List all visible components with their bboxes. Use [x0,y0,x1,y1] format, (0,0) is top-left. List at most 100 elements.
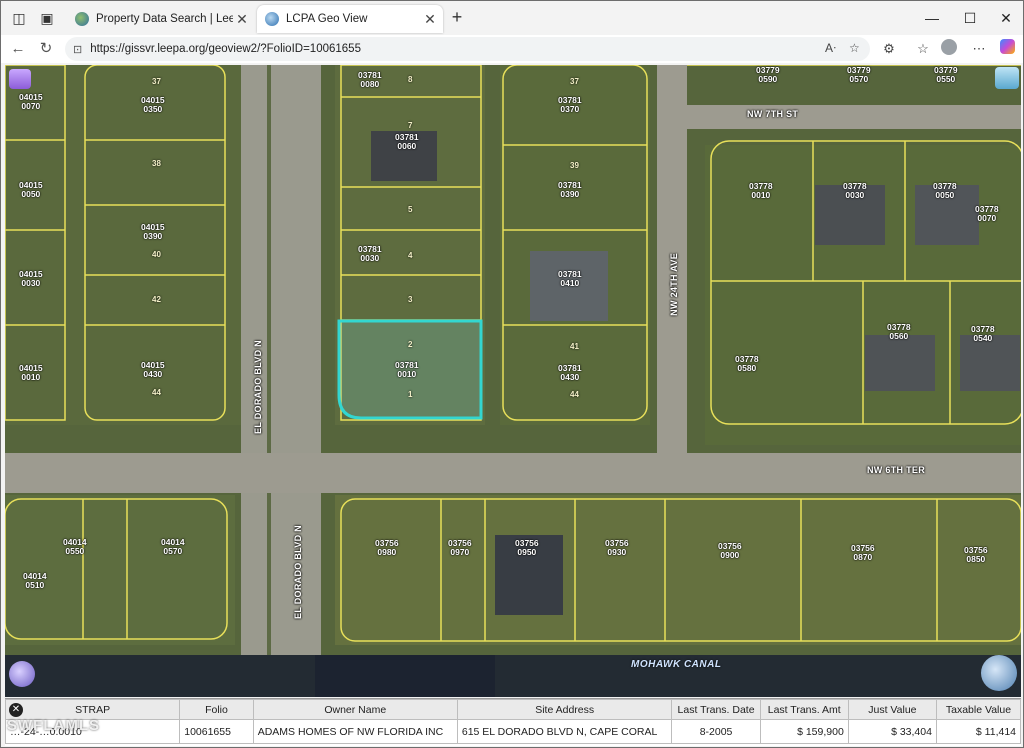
parcel-label[interactable]: 03778 0540 [971,325,995,343]
tab-property-data-search[interactable]: Property Data Search | Lee Count ✕ [67,5,255,33]
refresh-button[interactable]: ↻ [35,38,57,60]
column-header[interactable]: Last Trans. Amt [759,699,849,720]
basemap-icon[interactable] [995,67,1019,89]
close-window-button[interactable]: ✕ [989,7,1023,29]
parcel-label[interactable]: 04015 0050 [19,181,43,199]
trans-amt-cell: $ 159,900 [759,719,849,744]
table-header-row: STRAP Folio Owner Name Site Address Last… [4,699,1022,720]
column-header[interactable]: Just Value [847,699,937,720]
street-label: NW 6TH TER [867,465,925,475]
globe-icon [265,12,279,26]
lot-number: 44 [570,390,579,399]
parcel-label[interactable]: 04015 0390 [141,223,165,241]
street-label: NW 24TH AVE [669,253,679,316]
watermark: SWFLAMLS [7,717,100,734]
parcel-label[interactable]: 03781 0390 [558,181,582,199]
globe-icon[interactable] [981,655,1017,691]
parcel-label[interactable]: 03778 0560 [887,323,911,341]
lot-number: 4 [408,251,413,260]
more-menu-icon[interactable]: ⋯ [969,39,989,59]
parcel-label[interactable]: 03781 0430 [558,364,582,382]
column-header[interactable]: Folio [179,699,254,720]
parcel-label[interactable]: 03756 0980 [375,539,399,557]
address-bar[interactable]: ⊡ https://gissvr.leepa.org/geoview2/?Fol… [65,37,870,61]
parcel-label[interactable]: 04015 0030 [19,270,43,288]
parcel-label[interactable]: 03756 0970 [448,539,472,557]
folio-cell: 10061655 [179,719,254,744]
parcel-label[interactable]: 03756 0950 [515,539,539,557]
parcel-label[interactable]: 03781 0410 [558,270,582,288]
new-tab-button[interactable]: + [447,8,467,28]
table-row[interactable]: …-24-…0.0010 10061655 ADAMS HOMES OF NW … [4,719,1022,744]
favorites-icon[interactable]: ☆ [913,39,933,59]
parcel-label[interactable]: 03779 0570 [847,66,871,84]
tab-title: LCPA Geo View [286,13,368,25]
parcel-label[interactable]: 03756 0850 [964,546,988,564]
workspaces-icon[interactable]: ◫ [7,7,31,29]
parcel-label[interactable]: 03778 0070 [975,205,999,223]
parcel-label[interactable]: 04014 0510 [23,572,47,590]
parcel-label[interactable]: 03781 0030 [358,245,382,263]
address-cell: 615 EL DORADO BLVD N, CAPE CORAL [456,719,673,744]
parcel-label[interactable]: 03756 0870 [851,544,875,562]
lot-number: 37 [152,77,161,86]
lock-icon: ⊡ [73,43,83,56]
street-label: EL DORADO BLVD N [253,340,263,434]
column-header[interactable]: Last Trans. Date [671,699,761,720]
lot-number: 2 [408,340,413,349]
search-icon[interactable] [9,661,35,687]
back-button[interactable]: ← [7,38,29,60]
lot-number: 3 [408,295,413,304]
parcel-label[interactable]: 03778 0030 [843,182,867,200]
parcel-label[interactable]: 03756 0900 [718,542,742,560]
lot-number: 37 [570,77,579,86]
column-header[interactable]: Site Address [456,699,673,720]
parcel-label[interactable]: 04015 0070 [19,93,43,111]
favorite-star-icon[interactable]: ☆ [849,41,860,55]
minimize-button[interactable]: — [915,7,949,29]
parcel-label[interactable]: 03778 0580 [735,355,759,373]
parcel-label[interactable]: 03779 0550 [934,66,958,84]
results-table: STRAP Folio Owner Name Site Address Last… [4,698,1022,746]
map-view[interactable]: 03781 0080 03781 0060 03781 0030 03781 0010 … [5,65,1021,697]
copilot-icon[interactable] [997,39,1017,59]
parcel-label[interactable]: 04015 0010 [19,364,43,382]
lot-number: 38 [152,159,161,168]
selected-parcel-label[interactable]: 03781 0010 [395,361,419,379]
lot-number: 8 [408,75,413,84]
lot-number: 1 [408,390,413,399]
layers-icon[interactable] [9,69,31,89]
profile-icon[interactable] [939,39,959,59]
parcel-label[interactable]: 04014 0570 [161,538,185,556]
close-icon[interactable]: ✕ [233,11,251,28]
close-table-icon[interactable]: ✕ [9,703,23,717]
parcel-label[interactable]: 03779 0590 [756,66,780,84]
lot-number: 42 [152,295,161,304]
street-label: NW 7TH ST [747,109,799,119]
parcel-label[interactable]: 04015 0430 [141,361,165,379]
close-icon[interactable]: ✕ [421,11,439,28]
tab-lcpa-geo-view[interactable]: LCPA Geo View ✕ [257,5,443,33]
globe-icon [75,12,89,26]
parcel-label[interactable]: 04015 0350 [141,96,165,114]
parcel-label[interactable]: 03781 0370 [558,96,582,114]
parcel-label[interactable]: 03778 0050 [933,182,957,200]
read-aloud-icon[interactable]: Aᐧ [825,41,836,55]
extensions-icon[interactable]: ⚙ [879,39,899,59]
parcel-label[interactable]: 03756 0930 [605,539,629,557]
url-text: https://gissvr.leepa.org/geoview2/?Folio… [90,43,361,55]
lot-number: 7 [408,121,413,130]
parcel-label[interactable]: 03781 0080 [358,71,382,89]
parcel-label[interactable]: 04014 0550 [63,538,87,556]
parcel-label[interactable]: 03778 0010 [749,182,773,200]
vertical-tabs-icon[interactable]: ▣ [35,7,59,29]
lot-number: 44 [152,388,161,397]
column-header[interactable]: Taxable Value [935,699,1022,720]
maximize-button[interactable]: ☐ [953,7,987,29]
lot-number: 39 [570,161,579,170]
lot-number: 41 [570,342,579,351]
column-header[interactable]: Owner Name [252,699,458,720]
parcel-label[interactable]: 03781 0060 [395,133,419,151]
tab-strip: ◫ ▣ Property Data Search | Lee Count ✕ L… [1,1,1023,35]
just-value-cell: $ 33,404 [847,719,937,744]
